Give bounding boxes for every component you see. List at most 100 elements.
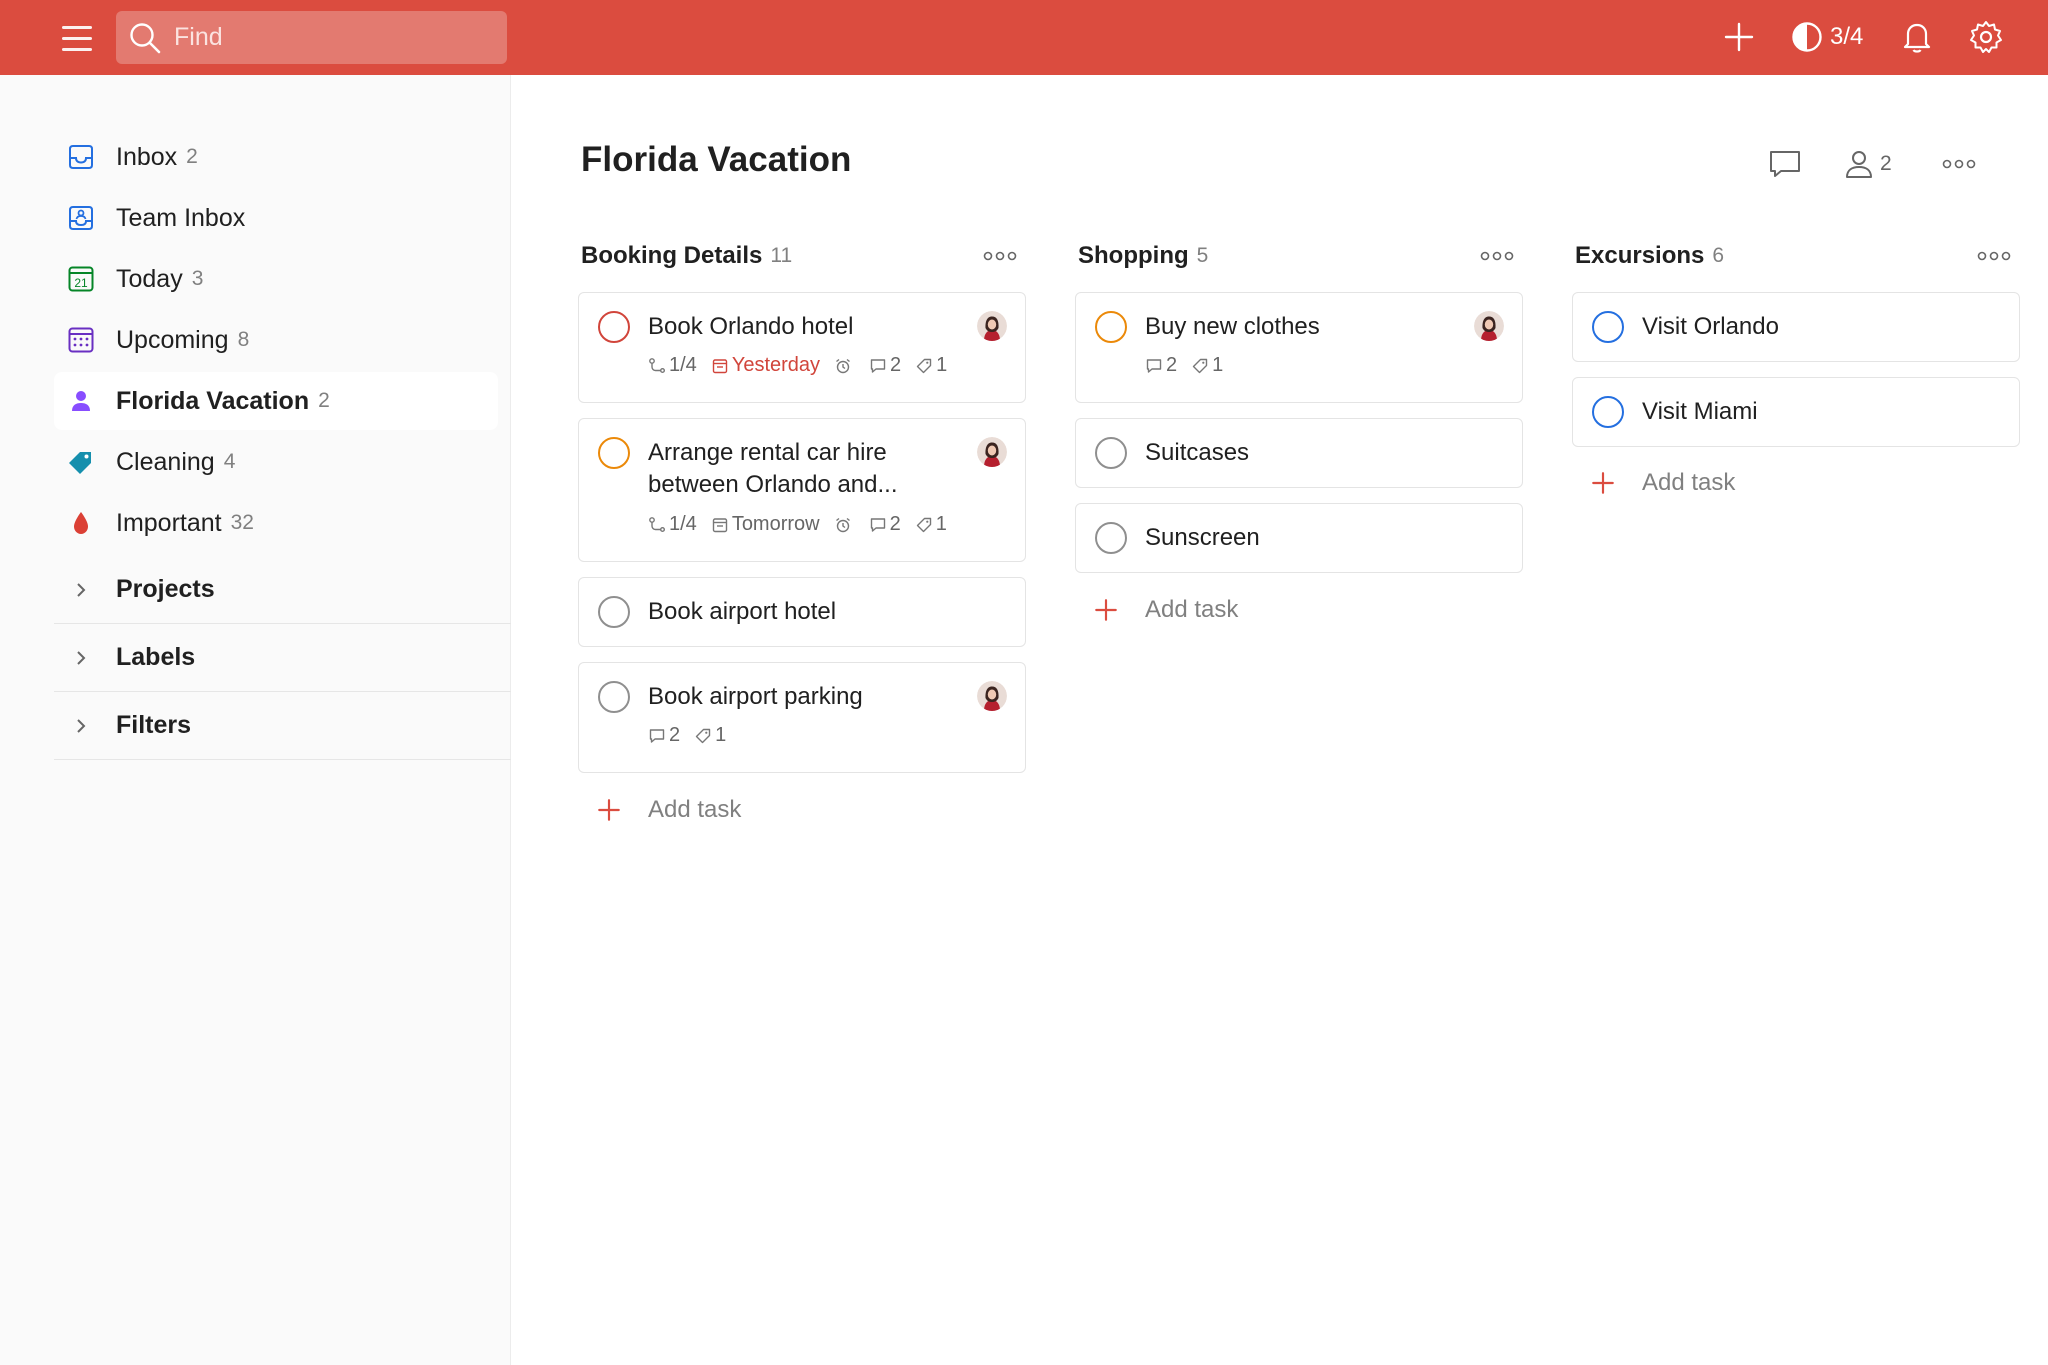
share-button[interactable]: 2 [1842, 146, 1892, 182]
due-date[interactable]: Tomorrow [711, 513, 820, 536]
comment-count: 2 [869, 513, 901, 536]
sidebar-item-count: 3 [191, 267, 204, 290]
sidebar-item-cleaning[interactable]: Cleaning 4 [54, 433, 498, 491]
alarm-icon [834, 516, 852, 534]
task-title: Sunscreen [1145, 524, 1260, 551]
top-bar: 3/4 [0, 0, 2048, 75]
sidebar-item-inbox[interactable]: Inbox 2 [54, 128, 498, 186]
task-checkbox[interactable] [1095, 522, 1127, 554]
column-title: Booking Details [581, 242, 763, 269]
comments-button[interactable] [1767, 146, 1803, 182]
sidebar-item-label: Upcoming [116, 325, 229, 354]
task-title: Arrange rental car hire between Orlando … [648, 439, 898, 498]
chevron-right-icon [66, 580, 96, 600]
sidebar-item-important[interactable]: Important 32 [54, 494, 498, 552]
column-count: 6 [1712, 244, 1725, 267]
chevron-right-icon [66, 648, 96, 668]
task-card[interactable]: Arrange rental car hire between Orlando … [578, 418, 1026, 562]
column-more-button[interactable] [1976, 243, 2012, 269]
task-card[interactable]: Book Orlando hotel 1/4 Yesterday 2 1 [578, 292, 1026, 403]
quick-add-button[interactable] [1722, 14, 1756, 60]
task-checkbox[interactable] [1592, 396, 1624, 428]
sidebar-item-florida-vacation[interactable]: Florida Vacation 2 [54, 372, 498, 430]
task-card[interactable]: Visit Miami [1572, 377, 2020, 447]
column-more-button[interactable] [982, 243, 1018, 269]
add-task-label: Add task [1642, 469, 1736, 496]
add-task-label: Add task [648, 796, 742, 823]
project-more-button[interactable] [1941, 146, 1977, 182]
label-icon [694, 727, 712, 745]
reminder-indicator [834, 357, 855, 375]
task-card[interactable]: Book airport hotel [578, 577, 1026, 647]
karma-icon [1792, 22, 1822, 52]
task-card[interactable]: Buy new clothes 2 1 [1075, 292, 1523, 403]
subtask-icon [648, 357, 666, 375]
more-icon [1941, 158, 1977, 170]
settings-button[interactable] [1968, 14, 2004, 60]
task-meta: 2 1 [1145, 354, 1237, 377]
inbox-icon [66, 142, 96, 172]
column-header: Shopping 5 [1075, 236, 1523, 276]
task-checkbox[interactable] [598, 596, 630, 628]
sidebar-item-label: Important [116, 508, 222, 537]
sidebar-item-count: 8 [237, 328, 250, 351]
task-checkbox[interactable] [1095, 437, 1127, 469]
search-box[interactable] [116, 11, 507, 64]
svg-text:21: 21 [74, 276, 88, 290]
tag-icon [66, 447, 96, 477]
add-task-button[interactable]: Add task [1586, 463, 1735, 503]
karma-button[interactable]: 3/4 [1790, 14, 1863, 60]
sidebar-item-count: 32 [230, 511, 254, 534]
sidebar-item-today[interactable]: 21 Today 3 [54, 250, 498, 308]
task-checkbox[interactable] [1095, 311, 1127, 343]
chevron-right-icon [66, 716, 96, 736]
label-count: 1 [1191, 354, 1223, 377]
sidebar-item-team-inbox[interactable]: Team Inbox [54, 189, 498, 247]
task-card[interactable]: Book airport parking 2 1 [578, 662, 1026, 773]
task-checkbox[interactable] [598, 681, 630, 713]
add-task-button[interactable]: Add task [1089, 590, 1238, 630]
section-label: Labels [116, 643, 196, 671]
assignee-avatar [977, 437, 1007, 467]
column-more-button[interactable] [1479, 243, 1515, 269]
column-title: Shopping [1078, 242, 1189, 269]
task-card[interactable]: Sunscreen [1075, 503, 1523, 573]
task-card[interactable]: Visit Orlando [1572, 292, 2020, 362]
sidebar-section-filters[interactable]: Filters [54, 692, 511, 760]
task-checkbox[interactable] [598, 311, 630, 343]
search-icon [130, 22, 161, 53]
task-checkbox[interactable] [598, 437, 630, 469]
plus-icon [1089, 597, 1123, 623]
column-count: 11 [770, 244, 793, 267]
sidebar-item-count: 4 [223, 450, 236, 473]
sidebar-section-labels[interactable]: Labels [54, 624, 511, 692]
notifications-button[interactable] [1900, 14, 1934, 60]
sidebar-section-projects[interactable]: Projects [54, 556, 511, 624]
gear-icon [1970, 21, 2002, 53]
assignee-avatar [1474, 311, 1504, 341]
label-count: 1 [915, 354, 947, 377]
subtask-count: 1/4 [648, 513, 697, 536]
label-count: 1 [915, 513, 947, 536]
task-title: Visit Miami [1642, 398, 1758, 425]
search-input[interactable] [174, 23, 494, 52]
comment-count: 2 [648, 724, 680, 747]
alarm-icon [834, 357, 852, 375]
sidebar-item-upcoming[interactable]: Upcoming 8 [54, 311, 498, 369]
task-card[interactable]: Suitcases [1075, 418, 1523, 488]
task-title: Book airport parking [648, 683, 863, 710]
task-checkbox[interactable] [1592, 311, 1624, 343]
column-count: 5 [1196, 244, 1209, 267]
add-task-button[interactable]: Add task [592, 790, 741, 830]
person-outline-icon [1846, 151, 1872, 178]
subtask-icon [648, 516, 666, 534]
sidebar: Inbox 2 Team Inbox 21 Today 3 Upcoming 8… [0, 75, 511, 1365]
task-meta: 1/4 Yesterday 2 1 [648, 354, 961, 377]
sidebar-item-label: Florida Vacation [116, 386, 310, 415]
due-date[interactable]: Yesterday [711, 354, 820, 377]
column-header: Excursions 6 [1572, 236, 2020, 276]
label-count: 1 [694, 724, 726, 747]
calendar-upcoming-icon [66, 325, 96, 355]
menu-icon[interactable] [62, 20, 102, 56]
comment-icon [1770, 151, 1800, 177]
